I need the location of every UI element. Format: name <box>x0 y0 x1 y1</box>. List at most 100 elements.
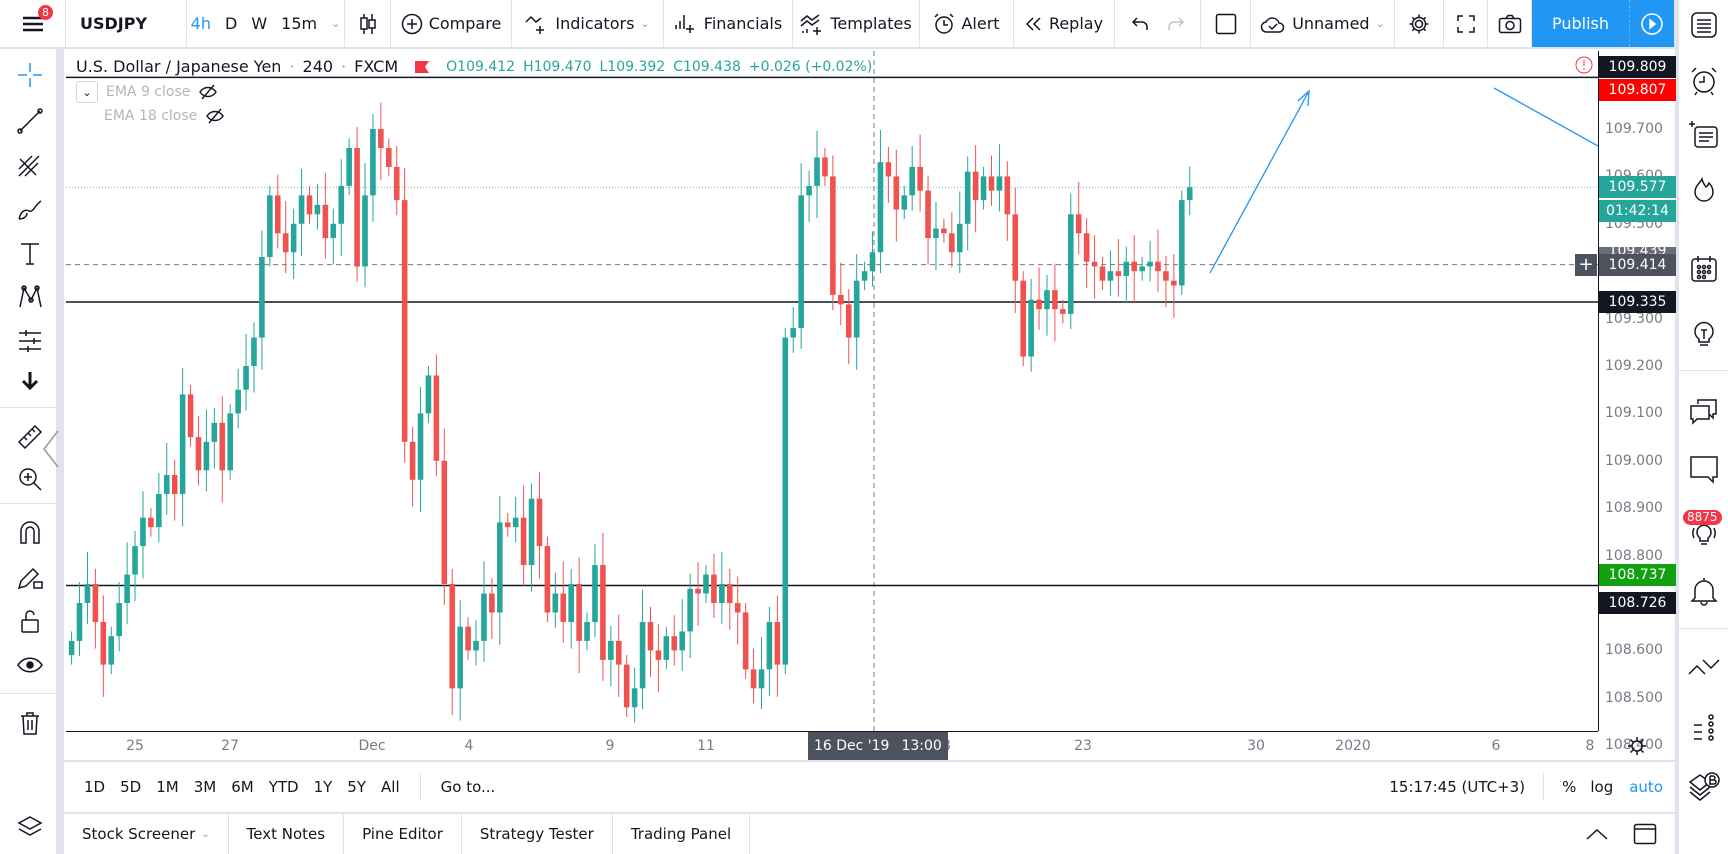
eye-off-icon[interactable] <box>205 107 225 125</box>
eye-off-icon[interactable] <box>198 83 218 101</box>
layout-select-button[interactable] <box>1201 0 1251 47</box>
time-axis[interactable]: 25 27 Dec 4 9 11 18 23 30 2020 6 8 16 De… <box>66 731 1646 760</box>
symbol-search[interactable]: USDJPY <box>66 0 187 47</box>
alarm-clock-icon <box>934 12 954 34</box>
axis-settings-gear-icon[interactable] <box>1626 735 1648 757</box>
tab-pine-editor[interactable]: Pine Editor <box>344 814 462 854</box>
interval-4h[interactable]: 4h <box>191 14 211 33</box>
indicators-button[interactable]: Indicators ⌄ <box>512 0 664 47</box>
order-panel-button[interactable] <box>1687 650 1721 684</box>
pattern-tool[interactable] <box>14 281 46 313</box>
collapse-legend-button[interactable]: ⌄ <box>76 81 98 103</box>
calendar-button[interactable] <box>1687 252 1721 286</box>
indicator-ema-18[interactable]: EMA 18 close <box>104 107 225 125</box>
candle-up <box>853 280 860 338</box>
compare-button[interactable]: Compare <box>391 0 512 47</box>
percent-scale-toggle[interactable]: % <box>1544 778 1590 796</box>
publish-button[interactable]: Publish <box>1532 0 1629 47</box>
lock-all-tool[interactable] <box>14 605 46 637</box>
range-1y[interactable]: 1Y <box>314 778 333 796</box>
compare-label: Compare <box>428 14 502 33</box>
add-alert-plus-button[interactable]: + <box>1575 253 1597 276</box>
maximize-panel-icon[interactable] <box>1633 823 1657 845</box>
auto-scale-toggle[interactable]: auto <box>1629 778 1675 796</box>
chevron-down-icon[interactable]: ⌄ <box>1376 17 1385 30</box>
crosshair-tool[interactable] <box>14 59 46 91</box>
interval-w[interactable]: W <box>251 14 267 33</box>
ideas-button[interactable] <box>1687 316 1721 350</box>
range-3m[interactable]: 3M <box>194 778 217 796</box>
time-tick: 2020 <box>1335 738 1371 754</box>
interval-d[interactable]: D <box>225 14 237 33</box>
candle-up <box>790 328 797 338</box>
candle-up <box>481 593 487 641</box>
redo-icon[interactable] <box>1167 16 1185 32</box>
object-tree-tool[interactable] <box>14 811 46 843</box>
hide-drawings-tool[interactable] <box>14 649 46 681</box>
warning-icon[interactable] <box>1574 55 1594 75</box>
chevron-up-icon[interactable] <box>1585 826 1609 842</box>
crypto-button[interactable] <box>1687 770 1721 804</box>
goto-date-button[interactable]: Go to... <box>421 778 496 796</box>
notifications-button[interactable] <box>1687 574 1721 608</box>
timezone-clock[interactable]: 15:17:45 (UTC+3) <box>1389 773 1545 801</box>
candle-down <box>615 640 622 665</box>
replay-button[interactable]: Replay <box>1014 0 1115 47</box>
candle-down <box>711 574 717 603</box>
pitchfork-tool[interactable] <box>14 149 46 181</box>
chart-type-button[interactable] <box>345 0 391 47</box>
zoom-in-tool[interactable] <box>14 463 46 495</box>
text-tool[interactable] <box>14 237 46 269</box>
prediction-tool[interactable] <box>14 325 46 357</box>
publish-options-button[interactable] <box>1629 0 1675 47</box>
templates-button[interactable]: Templates <box>793 0 920 47</box>
candle-up <box>909 166 915 196</box>
main-menu-button[interactable]: 8 <box>0 0 66 47</box>
data-window-button[interactable] <box>1687 118 1721 152</box>
chats-button[interactable] <box>1687 394 1721 428</box>
candle-up <box>956 223 963 253</box>
alert-button[interactable]: Alert <box>920 0 1014 47</box>
hotlists-button[interactable] <box>1687 172 1721 206</box>
tab-strategy-tester[interactable]: Strategy Tester <box>462 814 613 854</box>
alerts-button[interactable] <box>1687 64 1721 98</box>
candle-down <box>274 195 281 234</box>
range-5y[interactable]: 5Y <box>347 778 366 796</box>
tab-text-notes[interactable]: Text Notes <box>229 814 345 854</box>
private-chats-button[interactable] <box>1687 452 1721 486</box>
financials-button[interactable]: Financials <box>664 0 793 47</box>
price-axis[interactable]: 109.700109.600109.500109.400109.300109.2… <box>1575 51 1676 801</box>
lock-drawings-tool[interactable] <box>14 561 46 593</box>
log-scale-toggle[interactable]: log <box>1590 778 1629 796</box>
settings-button[interactable] <box>1395 0 1444 47</box>
range-ytd[interactable]: YTD <box>269 778 299 796</box>
trend-line-tool[interactable] <box>14 105 46 137</box>
brush-tool[interactable] <box>14 193 46 225</box>
dom-button[interactable] <box>1687 710 1721 744</box>
save-layout-button[interactable]: Unnamed ⌄ <box>1251 0 1395 47</box>
fullscreen-button[interactable] <box>1444 0 1488 47</box>
flag-icon[interactable] <box>414 59 430 75</box>
candle-down <box>600 565 606 660</box>
interval-15m[interactable]: 15m <box>281 14 317 33</box>
undo-icon[interactable] <box>1131 16 1149 32</box>
watchlist-button[interactable] <box>1687 8 1721 42</box>
chevron-down-icon[interactable]: ⌄ <box>640 17 649 30</box>
candle-up <box>267 195 273 257</box>
tab-trading-panel[interactable]: Trading Panel <box>613 814 751 854</box>
range-1d[interactable]: 1D <box>84 778 105 796</box>
magnet-tool[interactable] <box>14 517 46 549</box>
remove-drawings-tool[interactable] <box>14 707 46 739</box>
range-all[interactable]: All <box>381 778 400 796</box>
arrow-tool[interactable] <box>14 365 46 397</box>
snapshot-button[interactable] <box>1488 0 1532 47</box>
pitchfork-icon <box>18 155 40 177</box>
tab-stock-screener[interactable]: Stock Screener ⌄ <box>64 814 229 854</box>
chevron-down-icon[interactable]: ⌄ <box>331 17 340 30</box>
range-6m[interactable]: 6M <box>231 778 254 796</box>
range-5d[interactable]: 5D <box>120 778 141 796</box>
range-1m[interactable]: 1M <box>156 778 179 796</box>
price-chart[interactable]: U.S. Dollar / Japanese Yen · 240 · FXCM O1… <box>66 51 1598 731</box>
indicator-ema-9[interactable]: ⌄ EMA 9 close <box>76 81 218 103</box>
calendar-icon <box>1691 256 1717 282</box>
